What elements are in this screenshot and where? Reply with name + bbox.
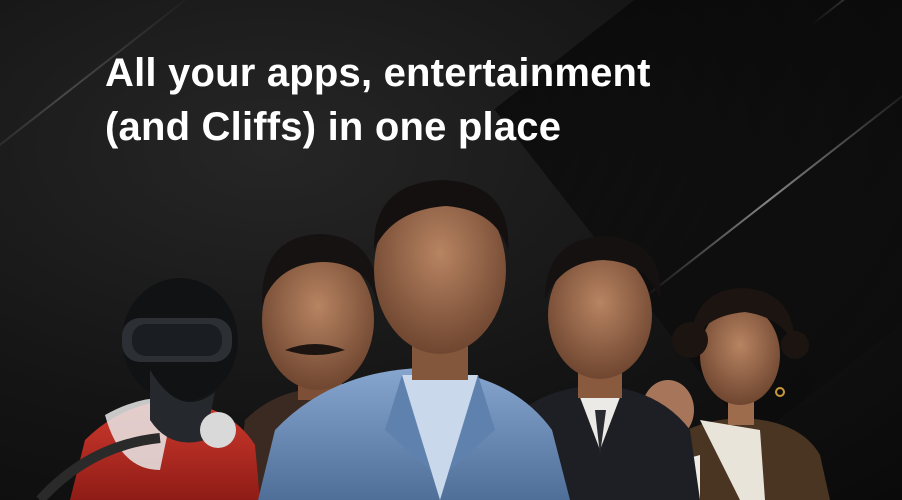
diver-figure — [36, 278, 260, 500]
promo-banner: All your apps, entertainment (and Cliffs… — [0, 0, 902, 500]
promo-figures-illustration — [36, 180, 830, 500]
